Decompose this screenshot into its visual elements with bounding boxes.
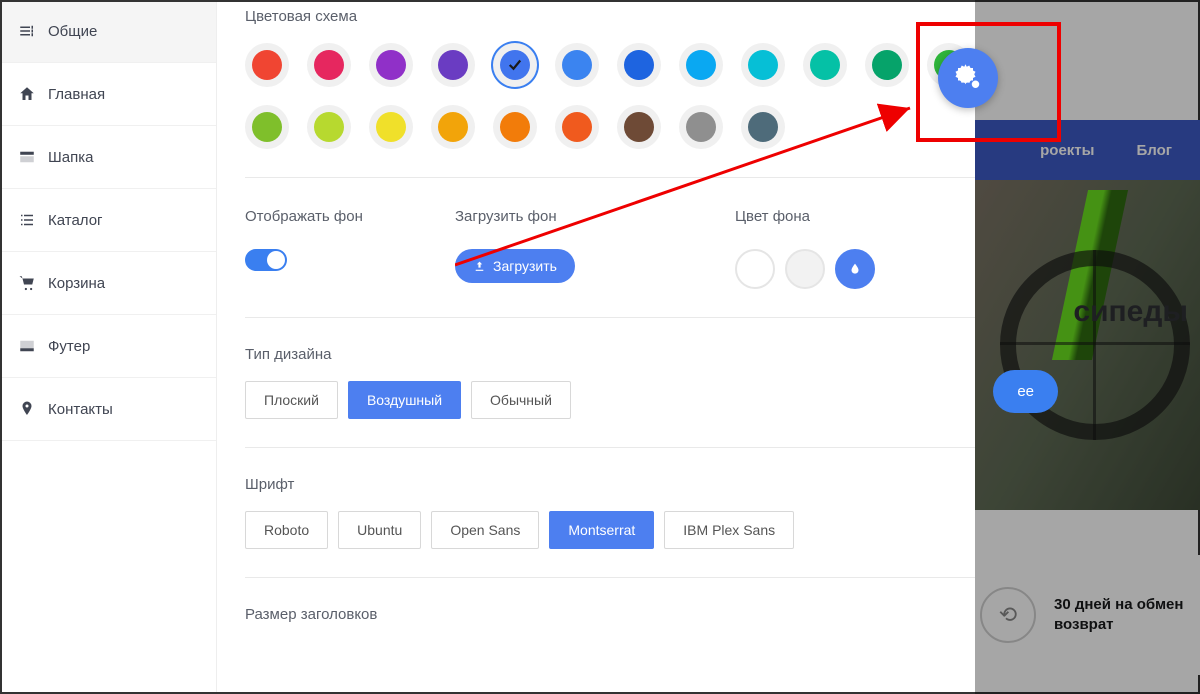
droplet-icon <box>848 260 862 278</box>
live-preview: роекты Блог сипеды ее ⟲ 30 дней на обмен… <box>975 0 1200 694</box>
color-swatch[interactable] <box>245 105 289 149</box>
color-swatch[interactable] <box>307 43 351 87</box>
bg-color-light[interactable] <box>785 249 825 289</box>
color-swatch[interactable] <box>369 105 413 149</box>
color-swatch[interactable] <box>617 43 661 87</box>
color-swatch[interactable] <box>741 105 785 149</box>
color-swatch[interactable] <box>555 105 599 149</box>
settings-fab[interactable] <box>938 48 998 108</box>
gears-icon <box>953 63 983 93</box>
bg-color-white[interactable] <box>735 249 775 289</box>
show-bg-toggle[interactable] <box>245 249 287 271</box>
color-swatch[interactable] <box>679 43 723 87</box>
color-swatch[interactable] <box>369 43 413 87</box>
preview-hero-title: сипеды <box>1073 295 1188 329</box>
bg-color-options <box>735 249 875 289</box>
bg-color-custom[interactable] <box>835 249 875 289</box>
color-swatch[interactable] <box>493 43 537 87</box>
color-swatch[interactable] <box>741 43 785 87</box>
design-option[interactable]: Обычный <box>471 381 571 419</box>
color-swatch[interactable] <box>617 105 661 149</box>
upload-bg-button[interactable]: Загрузить <box>455 249 575 283</box>
color-swatch[interactable] <box>803 43 847 87</box>
upload-icon <box>473 260 486 273</box>
bg-color-label: Цвет фона <box>735 206 875 227</box>
upload-btn-label: Загрузить <box>493 258 557 274</box>
color-swatch[interactable] <box>679 105 723 149</box>
color-swatch[interactable] <box>307 105 351 149</box>
color-swatch[interactable] <box>431 43 475 87</box>
font-option[interactable]: Open Sans <box>431 511 539 549</box>
color-swatch[interactable] <box>493 105 537 149</box>
color-swatch[interactable] <box>555 43 599 87</box>
color-swatch[interactable] <box>245 43 289 87</box>
font-option[interactable]: IBM Plex Sans <box>664 511 794 549</box>
color-swatch[interactable] <box>865 43 909 87</box>
font-option[interactable]: Montserrat <box>549 511 654 549</box>
show-bg-label: Отображать фон <box>245 206 385 227</box>
font-option[interactable]: Roboto <box>245 511 328 549</box>
color-swatch[interactable] <box>431 105 475 149</box>
design-option[interactable]: Воздушный <box>348 381 461 419</box>
font-option[interactable]: Ubuntu <box>338 511 421 549</box>
upload-bg-label: Загрузить фон <box>455 206 575 227</box>
design-option[interactable]: Плоский <box>245 381 338 419</box>
preview-hero-button: ее <box>993 370 1058 413</box>
